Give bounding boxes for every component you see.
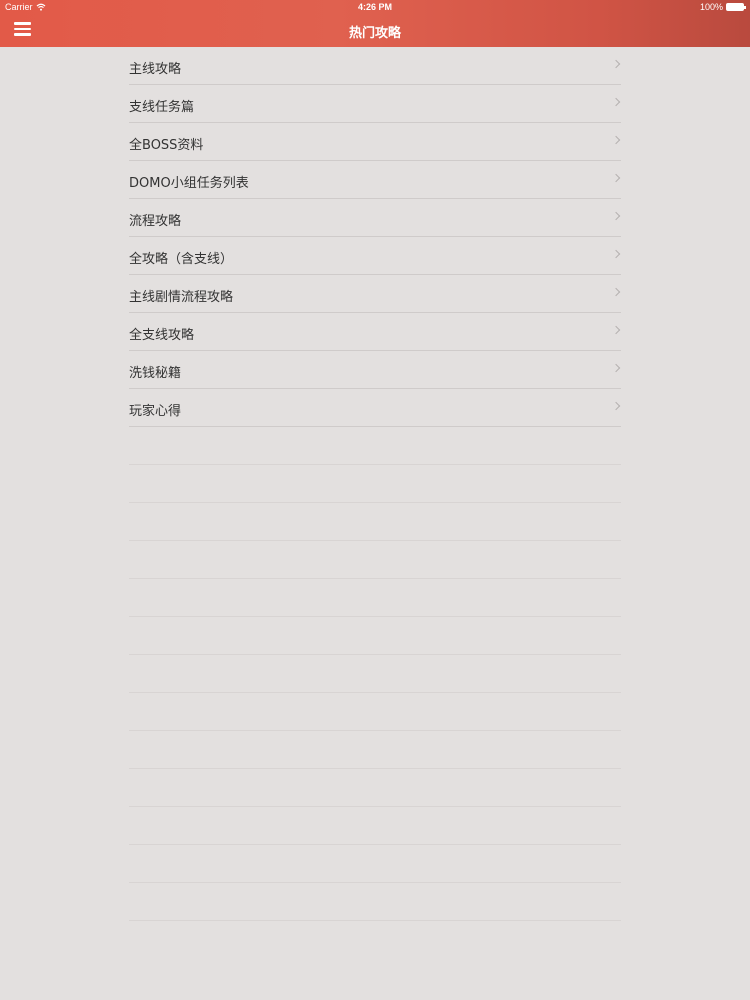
chevron-right-icon: [611, 97, 621, 107]
battery-percentage: 100%: [699, 2, 723, 12]
list-item-story-walkthrough[interactable]: 主线剧情流程攻略: [129, 275, 621, 313]
app-screen: 热门攻略 Carrier 4:26 PM 100% 主线攻略 支线任务篇 全BO…: [0, 0, 750, 1000]
page-title: 热门攻略: [348, 26, 401, 41]
list-item-label: 主线攻略: [129, 62, 182, 77]
empty-row-divider: [129, 731, 621, 769]
empty-row-divider: [129, 655, 621, 693]
battery-icon: [726, 3, 746, 11]
list-item-full-guide[interactable]: 全攻略（含支线）: [129, 237, 621, 275]
list-item-label: 全BOSS资料: [129, 138, 204, 153]
chevron-right-icon: [611, 59, 621, 69]
chevron-right-icon: [611, 401, 621, 411]
list-item-label: 全攻略（含支线）: [129, 252, 234, 267]
empty-row-divider: [129, 617, 621, 655]
list-item-boss-data[interactable]: 全BOSS资料: [129, 123, 621, 161]
list-item-label: 流程攻略: [129, 214, 182, 229]
list-item-domo-tasks[interactable]: DOMO小组任务列表: [129, 161, 621, 199]
status-time: 4:26 PM: [357, 2, 392, 12]
list-item-money-laundering[interactable]: 洗钱秘籍: [129, 351, 621, 389]
chevron-right-icon: [611, 363, 621, 373]
chevron-right-icon: [611, 325, 621, 335]
empty-row-divider: [129, 807, 621, 845]
empty-row-divider: [129, 465, 621, 503]
empty-row-divider: [129, 693, 621, 731]
empty-row-divider: [129, 541, 621, 579]
guide-list: 主线攻略 支线任务篇 全BOSS资料 DOMO小组任务列表 流程攻略 全攻略（含…: [129, 47, 621, 427]
chevron-right-icon: [611, 287, 621, 297]
list-item-label: 全支线攻略: [129, 328, 195, 343]
list-item-walkthrough[interactable]: 流程攻略: [129, 199, 621, 237]
empty-row-divider: [129, 845, 621, 883]
list-item-label: DOMO小组任务列表: [129, 176, 249, 191]
empty-table-rows: [129, 427, 621, 921]
list-item-label: 玩家心得: [129, 404, 182, 419]
list-item-label: 支线任务篇: [129, 100, 195, 115]
chevron-right-icon: [611, 249, 621, 259]
list-item-label: 洗钱秘籍: [129, 366, 182, 381]
list-item-main-quest[interactable]: 主线攻略: [129, 47, 621, 85]
empty-row-divider: [129, 579, 621, 617]
empty-row-divider: [129, 503, 621, 541]
list-item-side-quests[interactable]: 支线任务篇: [129, 85, 621, 123]
list-item-label: 主线剧情流程攻略: [129, 290, 234, 305]
chevron-right-icon: [611, 211, 621, 221]
empty-row-divider: [129, 427, 621, 465]
status-bar: Carrier 4:26 PM 100%: [0, 0, 750, 14]
empty-row-divider: [129, 769, 621, 807]
empty-row-divider: [129, 883, 621, 921]
battery-indicator: 100%: [699, 2, 746, 12]
chevron-right-icon: [611, 135, 621, 145]
list-item-player-tips[interactable]: 玩家心得: [129, 389, 621, 427]
list-item-all-side-quests[interactable]: 全支线攻略: [129, 313, 621, 351]
chevron-right-icon: [611, 173, 621, 183]
